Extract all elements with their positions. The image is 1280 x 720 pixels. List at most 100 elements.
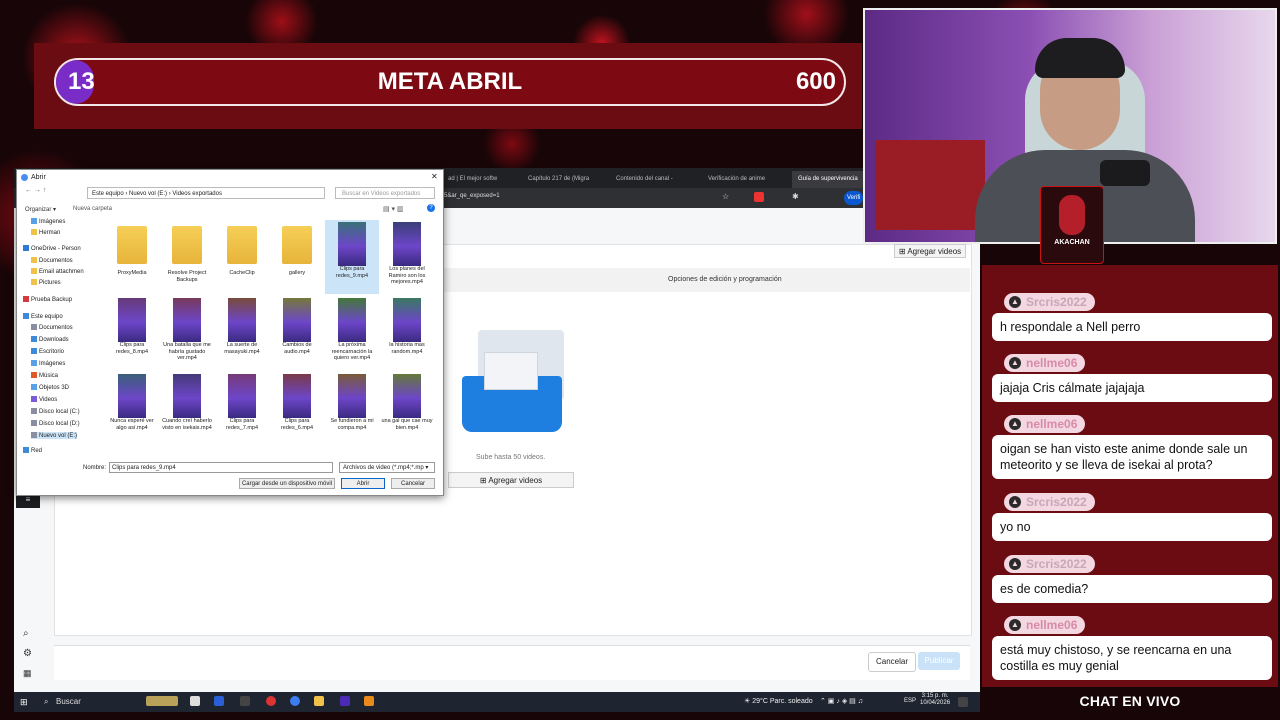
filename-input[interactable]: Clips para redes_9.mp4 [109,462,333,473]
task-view-icon[interactable] [190,696,200,706]
video-thumbnail [118,374,146,418]
add-videos-button[interactable]: ⊞ Agregar videos [448,472,574,488]
video-file-item[interactable]: La próxima reencarnación la quiero ver.m… [325,296,379,370]
tree-item[interactable]: Disco local (C:) [31,408,80,415]
tree-item[interactable]: Imágenes [31,360,65,367]
extension-icon[interactable] [754,192,764,202]
folder-item[interactable]: CacheClip [215,220,269,294]
dialog-cancel-button[interactable]: Cancelar [391,478,435,489]
mobile-upload-button[interactable]: Cargar desde un dispositivo móvil [239,478,335,489]
tree-item-icon [31,384,37,390]
app-icon[interactable] [240,696,250,706]
chat-username[interactable]: ▲ nellme06 [1004,616,1086,634]
premiere-icon[interactable] [340,696,350,706]
tree-item[interactable]: Documentos [31,324,73,331]
video-file-item[interactable]: Clips para redes_8.mp4 [105,296,159,370]
chat-username[interactable]: ▲ nellme06 [1004,354,1086,372]
browser-tab[interactable]: Verificación de anime [702,171,792,188]
tree-item[interactable]: Imágenes [31,218,65,225]
chat-username[interactable]: ▲ Srcris2022 [1004,493,1095,511]
weather-widget[interactable]: ☀ 29°C Parc. soleado [744,697,813,705]
cancel-upload-button[interactable]: Cancelar [868,652,916,672]
folder-item[interactable]: ProxyMedia [105,220,159,294]
folder-item[interactable]: gallery [270,220,324,294]
taskbar-search[interactable]: Buscar [56,695,156,709]
chat-username[interactable]: ▲ Srcris2022 [1004,293,1095,311]
video-file-item[interactable]: Una batalla que me habría gustado ver.mp… [160,296,214,370]
add-videos-top-button[interactable]: ⊞ Agregar videos [894,244,966,258]
video-file-item[interactable]: La suerte de masayuki.mp4 [215,296,269,370]
upload-limit-text: Sube hasta 50 videos. [476,454,546,461]
tree-item[interactable]: Pictures [31,279,61,286]
organize-button[interactable]: Organizar ▾ [25,206,56,213]
file-name: Cuando creí haberlo visto en isekais.mp4 [162,418,212,431]
tree-item[interactable]: Downloads [31,336,69,343]
file-name: Una batalla que me habría gustado ver.mp… [163,342,211,361]
video-file-item[interactable]: una gal que cae muy bien.mp4 [380,372,434,446]
taskbar-clock[interactable]: 3:15 p. m. 10/04/2026 [920,693,950,707]
tree-item[interactable]: Red [23,447,42,454]
tree-item[interactable]: Disco local (D:) [31,420,80,427]
address-path[interactable]: Este equipo › Nuevo vol (E:) › Videos ex… [87,187,325,199]
tree-item[interactable]: Herman [31,229,60,236]
video-file-item[interactable]: Los planes del Ramiro son los mejores.mp… [380,220,434,294]
browser-tab-active[interactable]: Guía de supervivencia [792,171,864,188]
tree-item[interactable]: Documentos [31,257,73,264]
tree-item[interactable]: Música [31,372,58,379]
grid-icon[interactable]: ▦ [23,668,32,679]
chat-username[interactable]: ▲ Srcris2022 [1004,555,1095,573]
browser-icon[interactable] [290,696,300,706]
browser-tab[interactable]: ad | El mejor softw [442,171,522,188]
obs-icon[interactable] [266,696,276,706]
dialog-search-input[interactable]: Buscar en Videos exportados [335,187,435,199]
taskbar-widget-icon[interactable] [146,696,178,706]
tree-item[interactable]: OneDrive - Person [23,245,81,252]
tree-item[interactable]: Prueba Backup [23,296,72,303]
video-file-item[interactable]: la historia mas random.mp4 [380,296,434,370]
nav-back-forward-icon[interactable]: ← → ↑ [25,187,46,194]
video-thumbnail [393,374,421,418]
tree-item[interactable]: Este equipo [23,313,63,320]
tree-item-label: Imágenes [39,361,66,367]
tree-item[interactable]: Nuevo vol (E:) [31,432,78,439]
chat-username[interactable]: ▲ nellme06 [1004,415,1086,433]
tray-icons[interactable]: ⌃ ▣ ♪ ◈ ▤ ♫ [820,697,863,705]
tree-item[interactable]: Videos [31,396,57,403]
video-file-item[interactable]: Nunca esperé ver algo así.mp4 [105,372,159,446]
publish-button[interactable]: Publicar [918,652,960,670]
video-file-item[interactable]: Clips para redes_6.mp4 [270,372,324,446]
tree-item[interactable]: Escritorio [31,348,64,355]
tree-item-label: Pictures [39,280,61,286]
browser-tab[interactable]: Contenido del canal - [610,171,702,188]
tree-item-label: Música [39,373,59,379]
tree-item[interactable]: Objetos 3D [31,384,69,391]
video-file-item[interactable]: Clips para redes_7.mp4 [215,372,269,446]
tree-item[interactable]: Email attachmen [31,268,84,275]
tree-item-label: Videos [39,397,58,403]
close-icon[interactable]: ✕ [431,172,438,181]
file-explorer-icon[interactable] [314,696,324,706]
browser-tab[interactable]: Capítulo 217 de (Migra [522,171,610,188]
help-icon[interactable]: ? [427,204,435,212]
view-options-icon[interactable]: ▤ ▾ ▥ [383,205,404,213]
video-file-item[interactable]: Cambios de audio.mp4 [270,296,324,370]
star-icon[interactable]: ☆ [722,192,729,201]
new-folder-button[interactable]: Nueva carpeta [73,206,112,212]
puzzle-icon[interactable]: ✱ [792,192,799,201]
notifications-icon[interactable] [958,697,968,707]
windows-start-icon[interactable]: ⊞ [20,697,28,708]
vlc-icon[interactable] [364,696,374,706]
language-indicator[interactable]: ESP [904,698,916,704]
video-file-item[interactable]: Clips para redes_9.mp4 [325,220,379,294]
verify-button[interactable]: Verifi [844,191,864,205]
search-icon[interactable]: ⌕ [23,628,29,639]
file-type-filter[interactable]: Archivos de video (*.mp4;*.mp ▾ [339,462,435,473]
video-file-item[interactable]: Se fundieron a mi compa.mp4 [325,372,379,446]
video-file-item[interactable]: Cuando creí haberlo visto en isekais.mp4 [160,372,214,446]
open-button[interactable]: Abrir [341,478,385,489]
gear-icon[interactable]: ⚙ [23,648,32,659]
tree-item-label: Downloads [39,337,69,343]
folder-item[interactable]: Resolve Project Backups [160,220,214,294]
tree-item-icon [31,396,37,402]
photoshop-icon[interactable] [214,696,224,706]
